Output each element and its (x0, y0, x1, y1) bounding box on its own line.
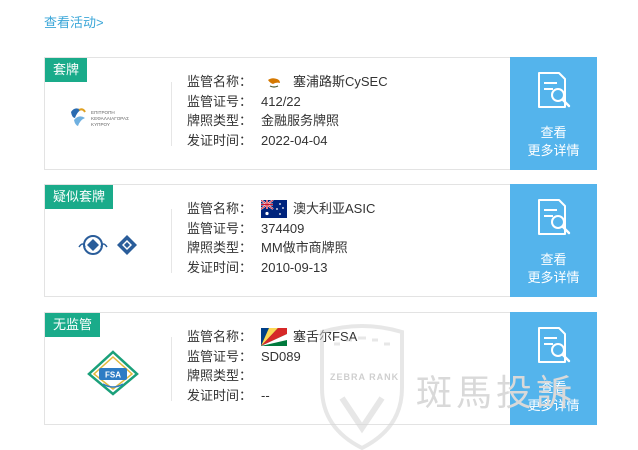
more-details-label: 更多详情 (527, 398, 580, 413)
license-type: 金融服务牌照 (261, 113, 340, 128)
svg-text:FSA: FSA (105, 371, 121, 380)
cysec-logo: ΕΠΙΤΡΟΠΗ ΚΕΦΑΛΑΙΑΓΟΡΑΣ ΚΥΠΡΟΥ (63, 88, 163, 148)
svg-text:ΚΥΠΡΟΥ: ΚΥΠΡΟΥ (91, 122, 110, 127)
license-number-label: 监管证号： (187, 220, 253, 236)
issue-date-label: 发证时间： (187, 259, 253, 275)
regulator-label: 监管名称： (187, 201, 253, 216)
license-number: 412/22 (261, 93, 301, 109)
divider (171, 82, 172, 146)
issue-date-row: 发证时间： 2022-04-04 (187, 131, 388, 151)
more-details-label: 更多详情 (527, 143, 580, 158)
license-info: 监管名称： 塞浦路斯CySEC 监管证号： 412/22 牌照类型： 金融服务牌… (187, 72, 388, 150)
fsa-logo: FSA (63, 343, 163, 403)
status-badge: 疑似套牌 (45, 185, 114, 209)
issue-date: 2022-04-04 (261, 132, 328, 148)
license-type-row: 牌照类型： 金融服务牌照 (187, 111, 388, 131)
issue-date-row: 发证时间： 2010-09-13 (187, 258, 375, 278)
license-number-row: 监管证号： 374409 (187, 219, 375, 239)
document-search-icon (538, 199, 571, 235)
svg-text:ΚΕΦΑΛΑΙΑΓΟΡΑΣ: ΚΕΦΑΛΑΙΑΓΟΡΑΣ (91, 116, 129, 121)
license-number-row: 监管证号： SD089 (187, 347, 357, 367)
divider (171, 337, 172, 401)
license-type-row: 牌照类型： (187, 366, 357, 386)
license-info: 监管名称： 塞舌尔FSA 监管证号： SD089 牌照类型： 发证时间： -- (187, 327, 357, 405)
view-details-button[interactable]: 查看 更多详情 (510, 312, 597, 425)
document-search-icon (538, 72, 571, 108)
issue-date: 2010-09-13 (261, 259, 328, 275)
status-badge: 无监管 (45, 313, 101, 337)
more-details-label: 更多详情 (527, 270, 580, 285)
license-number: 374409 (261, 220, 305, 236)
regulation-card: 疑似套牌 监管名称： 澳大利亚ASIC 监管证号： 374409 牌照类型： M… (44, 184, 597, 297)
divider (171, 209, 172, 273)
license-number-label: 监管证号： (187, 348, 253, 364)
license-info: 监管名称： 澳大利亚ASIC 监管证号： 374409 牌照类型： MM做市商牌… (187, 199, 375, 277)
regulator-label: 监管名称： (187, 74, 253, 89)
view-label: 查看 (540, 380, 567, 395)
issue-date-label: 发证时间： (187, 132, 253, 148)
regulator-row: 监管名称： 塞浦路斯CySEC (187, 72, 388, 92)
seychelles-flag-icon (261, 327, 287, 346)
view-label: 查看 (540, 252, 567, 267)
license-number: SD089 (261, 348, 301, 364)
license-type: MM做市商牌照 (261, 240, 348, 255)
view-label: 查看 (540, 125, 567, 140)
view-details-button[interactable]: 查看 更多详情 (510, 57, 597, 170)
regulator-row: 监管名称： 塞舌尔FSA (187, 327, 357, 347)
status-badge: 套牌 (45, 58, 88, 82)
license-type-label: 牌照类型： (187, 113, 253, 128)
regulator-name: 澳大利亚ASIC (293, 201, 376, 216)
license-number-row: 监管证号： 412/22 (187, 92, 388, 112)
regulator-row: 监管名称： 澳大利亚ASIC (187, 199, 375, 219)
issue-date-label: 发证时间： (187, 387, 253, 403)
regulator-name: 塞浦路斯CySEC (293, 74, 388, 89)
australia-flag-icon (261, 199, 287, 218)
license-type-label: 牌照类型： (187, 368, 253, 383)
svg-text:ΕΠΙΤΡΟΠΗ: ΕΠΙΤΡΟΠΗ (91, 110, 115, 115)
license-type-label: 牌照类型： (187, 240, 253, 255)
license-type-row: 牌照类型： MM做市商牌照 (187, 238, 375, 258)
regulator-name: 塞舌尔FSA (293, 329, 358, 344)
license-number-label: 监管证号： (187, 93, 253, 109)
regulation-card: 套牌 ΕΠΙΤΡΟΠΗ ΚΕΦΑΛΑΙΑΓΟΡΑΣ ΚΥΠΡΟΥ 监管名称： 塞… (44, 57, 597, 170)
issue-date-row: 发证时间： -- (187, 386, 357, 406)
regulator-label: 监管名称： (187, 329, 253, 344)
regulation-card: 无监管 FSA 监管名称： 塞舌尔FSA 监管证号： SD089 牌照类型： 发… (44, 312, 597, 425)
view-details-button[interactable]: 查看 更多详情 (510, 184, 597, 297)
issue-date: -- (261, 387, 270, 403)
cyprus-flag-icon (261, 72, 287, 91)
asic-logo (63, 215, 163, 275)
document-search-icon (538, 327, 571, 363)
view-activity-link[interactable]: 查看活动> (44, 12, 104, 31)
